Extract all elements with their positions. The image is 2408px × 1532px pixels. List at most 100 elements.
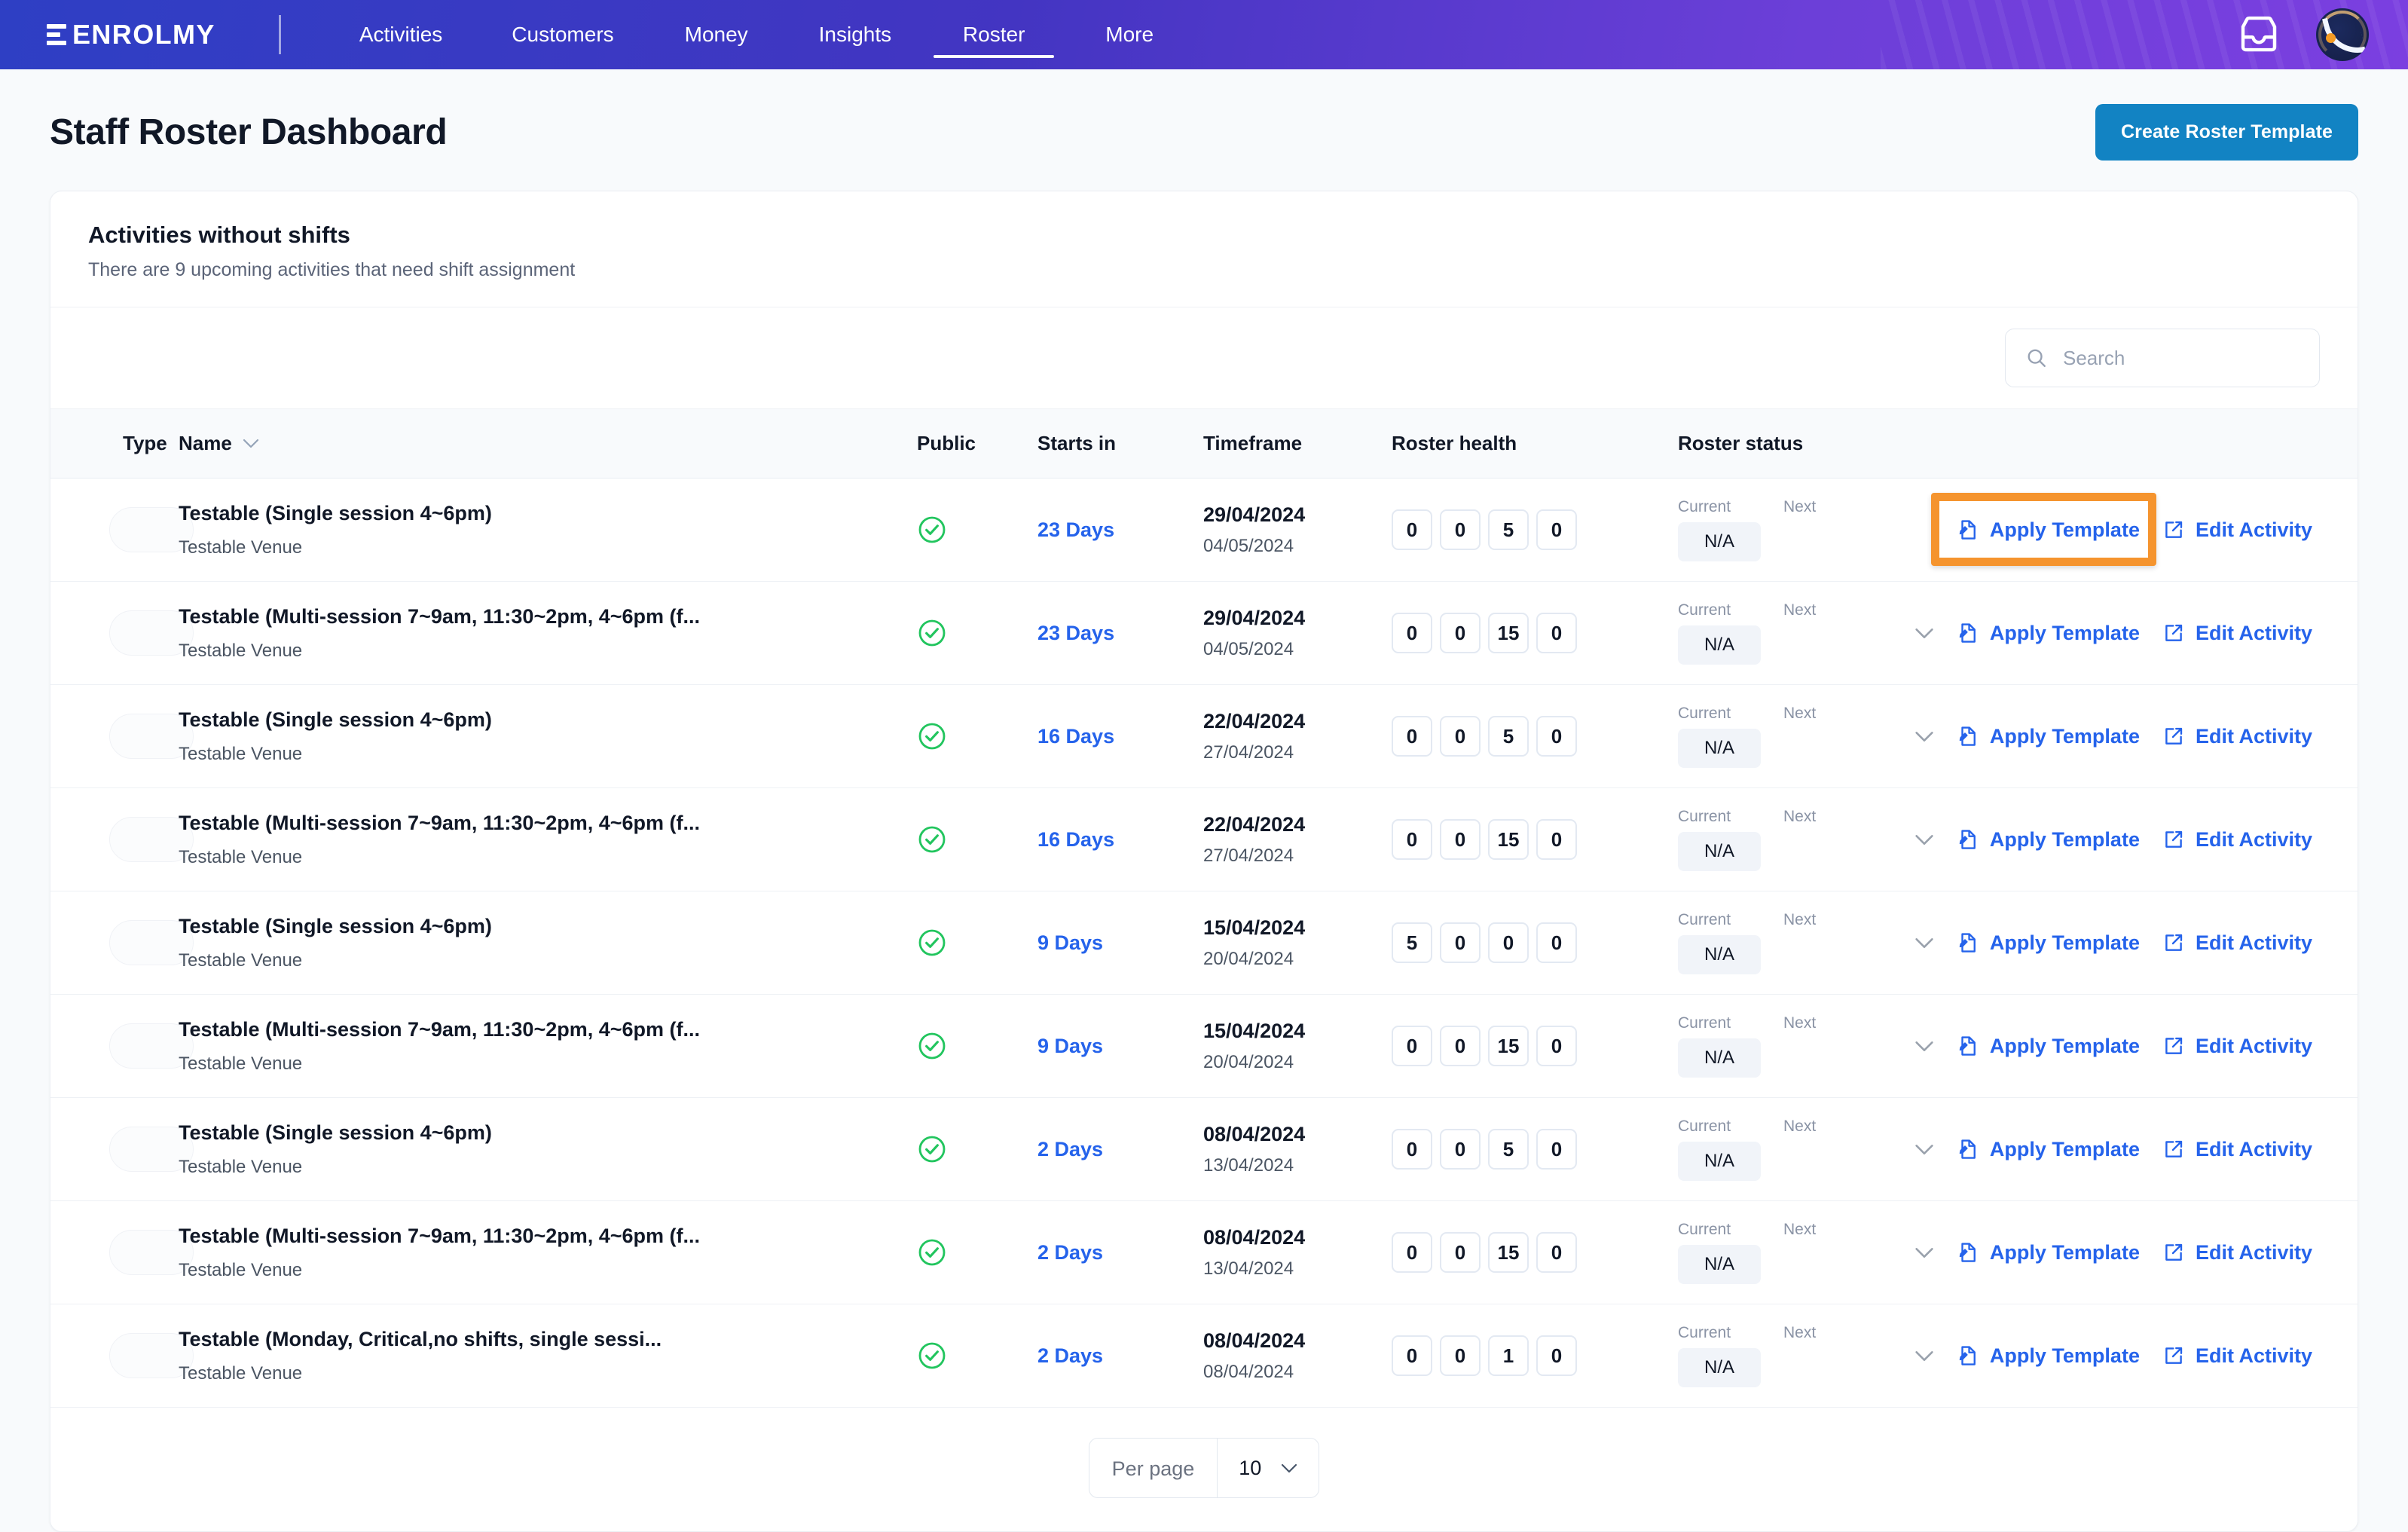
row-actions: Apply Template Edit Activity — [1904, 1035, 2358, 1058]
search-box[interactable] — [2005, 329, 2320, 387]
row-actions: Apply Template Edit Activity — [1904, 725, 2358, 748]
avatar[interactable] — [2316, 8, 2369, 61]
roster-status: Current Next N/A — [1678, 1118, 1904, 1181]
starts-in-link[interactable]: 23 Days — [1037, 622, 1114, 644]
apply-template-button[interactable]: Apply Template — [1957, 518, 2140, 542]
edit-activity-label: Edit Activity — [2195, 1137, 2312, 1160]
apply-template-button[interactable]: Apply Template — [1957, 828, 2140, 852]
chevron-down-icon[interactable] — [1914, 731, 1934, 742]
table-row[interactable]: Testable (Multi-session 7~9am, 11:30~2pm… — [50, 788, 2358, 891]
row-actions: Apply Template Edit Activity — [1904, 1241, 2358, 1264]
edit-activity-button[interactable]: Edit Activity — [2162, 1035, 2312, 1058]
column-header-timeframe: Timeframe — [1203, 408, 1392, 479]
timeframe-start: 22/04/2024 — [1203, 709, 1306, 732]
roster-status-labels: Current Next — [1678, 911, 1904, 929]
apply-template-button[interactable]: Apply Template — [1957, 725, 2140, 748]
inbox-icon[interactable] — [2238, 14, 2280, 56]
table-row[interactable]: Testable (Single session 4~6pm) Testable… — [50, 479, 2358, 582]
apply-template-label: Apply Template — [1989, 1137, 2140, 1160]
highlighted-apply-template[interactable]: Apply Template — [1930, 492, 2156, 566]
chevron-down-icon[interactable] — [1914, 834, 1934, 846]
timeframe-end: 13/04/2024 — [1203, 1258, 1294, 1279]
nav-item-activities[interactable]: Activities — [325, 0, 477, 69]
roster-status-labels: Current Next — [1678, 601, 1904, 619]
starts-in-link[interactable]: 16 Days — [1037, 828, 1114, 851]
starts-in-link[interactable]: 16 Days — [1037, 725, 1114, 748]
edit-activity-button[interactable]: Edit Activity — [2162, 931, 2312, 955]
edit-activity-button[interactable]: Edit Activity — [2162, 828, 2312, 852]
public-check-icon — [918, 929, 946, 956]
roster-health-group: 0010 — [1392, 1335, 1678, 1376]
edit-activity-button[interactable]: Edit Activity — [2162, 622, 2312, 645]
edit-activity-button[interactable]: Edit Activity — [2162, 1138, 2312, 1161]
chevron-down-icon[interactable] — [1914, 1041, 1934, 1052]
public-check-icon — [918, 516, 946, 543]
column-header-type: Type — [50, 408, 179, 479]
nav-item-more[interactable]: More — [1062, 0, 1197, 69]
edit-activity-button[interactable]: Edit Activity — [2162, 1241, 2312, 1264]
table-row[interactable]: Testable (Multi-session 7~9am, 11:30~2pm… — [50, 582, 2358, 685]
apply-template-button[interactable]: Apply Template — [1957, 1035, 2140, 1058]
table-row[interactable]: Testable (Multi-session 7~9am, 11:30~2pm… — [50, 1201, 2358, 1304]
cell-type — [50, 788, 194, 891]
column-header-roster-status: Roster status — [1678, 408, 1904, 479]
nav-item-insights[interactable]: Insights — [784, 0, 927, 69]
per-page-label: Per page — [1089, 1439, 1218, 1497]
create-roster-template-button[interactable]: Create Roster Template — [2095, 104, 2358, 161]
chevron-down-icon[interactable] — [1914, 628, 1934, 639]
apply-template-button[interactable]: Apply Template — [1957, 622, 2140, 645]
nav-item-money[interactable]: Money — [649, 0, 784, 69]
cell-name: Testable (Single session 4~6pm) Testable… — [179, 479, 917, 582]
table-row[interactable]: Testable (Multi-session 7~9am, 11:30~2pm… — [50, 995, 2358, 1098]
starts-in-link[interactable]: 2 Days — [1037, 1138, 1103, 1160]
starts-in-link[interactable]: 9 Days — [1037, 931, 1103, 954]
cell-roster-status: Current Next N/A — [1678, 788, 1904, 891]
starts-in-link[interactable]: 2 Days — [1037, 1241, 1103, 1264]
cell-roster-status: Current Next N/A — [1678, 479, 1904, 582]
table-row[interactable]: Testable (Monday, Critical,no shifts, si… — [50, 1304, 2358, 1408]
roster-health-group: 0050 — [1392, 1129, 1678, 1170]
cell-type — [50, 1098, 194, 1201]
card-title: Activities without shifts — [88, 222, 350, 248]
edit-activity-button[interactable]: Edit Activity — [2162, 1344, 2312, 1368]
chevron-down-icon[interactable] — [1914, 1247, 1934, 1258]
apply-template-button[interactable]: Apply Template — [1957, 1241, 2140, 1264]
roster-status-next-label: Next — [1783, 808, 1817, 825]
table-row[interactable]: Testable (Single session 4~6pm) Testable… — [50, 1098, 2358, 1201]
per-page-control[interactable]: Per page 10 — [1088, 1438, 1320, 1498]
chevron-down-icon[interactable] — [1914, 937, 1934, 949]
search-input[interactable] — [2063, 346, 2300, 370]
starts-in-link[interactable]: 2 Days — [1037, 1344, 1103, 1367]
nav-label: More — [1105, 23, 1154, 46]
starts-in-link[interactable]: 9 Days — [1037, 1035, 1103, 1057]
table-row[interactable]: Testable (Single session 4~6pm) Testable… — [50, 891, 2358, 995]
brand-name: ENROLMY — [72, 19, 215, 50]
starts-in-link[interactable]: 23 Days — [1037, 518, 1114, 541]
roster-health-box: 15 — [1488, 1026, 1529, 1066]
chevron-down-icon[interactable] — [1914, 1350, 1934, 1362]
cell-type — [50, 891, 194, 995]
edit-activity-button[interactable]: Edit Activity — [2162, 518, 2312, 542]
per-page-select[interactable]: 10 — [1218, 1439, 1319, 1497]
apply-template-button[interactable]: Apply Template — [1957, 931, 2140, 955]
name-sort-control[interactable]: Name — [179, 432, 259, 455]
cell-type — [50, 1304, 194, 1408]
timeframe-end: 13/04/2024 — [1203, 1154, 1294, 1176]
cell-type — [50, 1201, 194, 1304]
roster-status: Current Next N/A — [1678, 808, 1904, 871]
nav-item-roster[interactable]: Roster — [926, 0, 1062, 69]
column-header-name[interactable]: Name — [179, 408, 917, 479]
avatar-dot — [2326, 33, 2336, 43]
column-header-actions — [1904, 408, 2358, 479]
enrolmy-logo[interactable]: ENROLMY — [47, 19, 215, 50]
table-row[interactable]: Testable (Single session 4~6pm) Testable… — [50, 685, 2358, 788]
edit-activity-label: Edit Activity — [2195, 1240, 2312, 1264]
roster-status-current-label: Current — [1678, 601, 1731, 619]
apply-template-button[interactable]: Apply Template — [1957, 1344, 2140, 1368]
cell-public — [917, 479, 1037, 582]
nav-label: Roster — [962, 23, 1025, 46]
nav-item-customers[interactable]: Customers — [477, 0, 648, 69]
apply-template-button[interactable]: Apply Template — [1957, 1138, 2140, 1161]
edit-activity-button[interactable]: Edit Activity — [2162, 725, 2312, 748]
chevron-down-icon[interactable] — [1914, 1144, 1934, 1155]
